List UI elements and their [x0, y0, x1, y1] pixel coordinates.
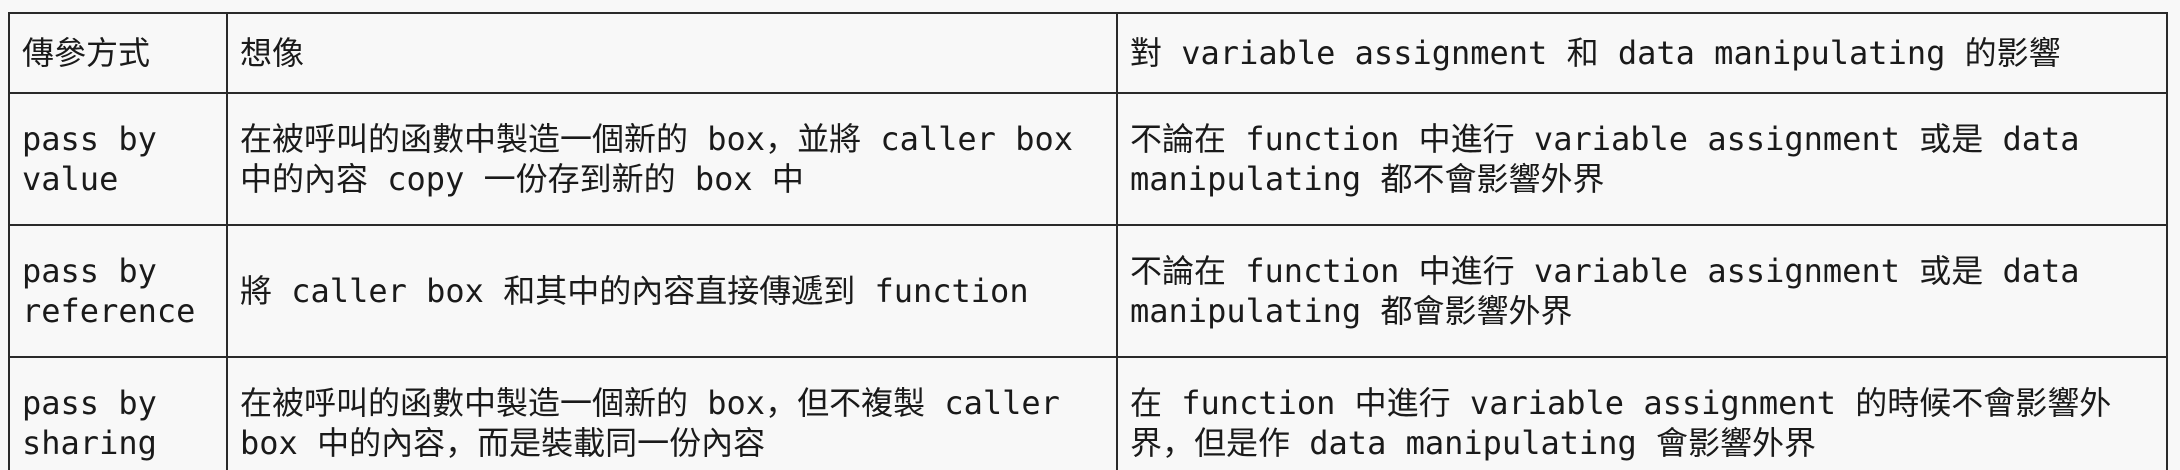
- cell-method: pass by value: [8, 92, 228, 226]
- header-method: 傳參方式: [8, 12, 228, 94]
- cell-method: pass by sharing: [8, 356, 228, 470]
- cell-effect: 在 function 中進行 variable assignment 的時候不會…: [1116, 356, 2168, 470]
- cell-effect: 不論在 function 中進行 variable assignment 或是 …: [1116, 92, 2168, 226]
- header-effect: 對 variable assignment 和 data manipulatin…: [1116, 12, 2168, 94]
- cell-imagine: 在被呼叫的函數中製造一個新的 box，但不複製 caller box 中的內容，…: [226, 356, 1118, 470]
- comparison-table: 傳參方式 想像 對 variable assignment 和 data man…: [8, 12, 2168, 470]
- cell-imagine: 將 caller box 和其中的內容直接傳遞到 function: [226, 224, 1118, 358]
- header-imagine: 想像: [226, 12, 1118, 94]
- cell-method: pass by reference: [8, 224, 228, 358]
- table-row: pass by value 在被呼叫的函數中製造一個新的 box，並將 call…: [8, 92, 2168, 226]
- table-row: pass by sharing 在被呼叫的函數中製造一個新的 box，但不複製 …: [8, 356, 2168, 470]
- table-header: 傳參方式 想像 對 variable assignment 和 data man…: [8, 12, 2168, 94]
- cell-imagine: 在被呼叫的函數中製造一個新的 box，並將 caller box 中的內容 co…: [226, 92, 1118, 226]
- table-body: pass by value 在被呼叫的函數中製造一個新的 box，並將 call…: [8, 92, 2168, 470]
- page: 傳參方式 想像 對 variable assignment 和 data man…: [0, 0, 2180, 470]
- cell-effect: 不論在 function 中進行 variable assignment 或是 …: [1116, 224, 2168, 358]
- header-row: 傳參方式 想像 對 variable assignment 和 data man…: [8, 12, 2168, 94]
- table-row: pass by reference 將 caller box 和其中的內容直接傳…: [8, 224, 2168, 358]
